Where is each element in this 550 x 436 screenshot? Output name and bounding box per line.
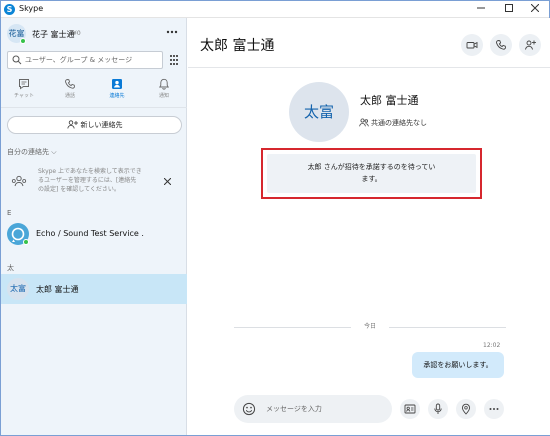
tab-notifications[interactable]: 通知 bbox=[142, 76, 186, 104]
contact-card-icon bbox=[404, 404, 416, 414]
my-contacts-header[interactable]: 自分の連絡先 ⌵ bbox=[7, 147, 57, 157]
contacts-icon bbox=[112, 79, 122, 89]
maximize-icon bbox=[505, 4, 513, 12]
title-bar: S Skype bbox=[1, 1, 549, 18]
highlight-frame: 太郎 さんが招待を承諾するのを待ってい ます。 bbox=[261, 148, 482, 199]
contact-name: Echo / Sound Test Service . bbox=[36, 229, 144, 238]
skype-window: S Skype 花富 花子 富士通 ¥0 チャット bbox=[0, 0, 550, 436]
contact-avatar: 太富 bbox=[7, 278, 29, 300]
group-letter-header: E bbox=[7, 209, 12, 217]
add-person-icon bbox=[525, 40, 536, 50]
message-bubble[interactable]: 承認をお願いします。 bbox=[412, 352, 504, 378]
more-icon bbox=[166, 30, 178, 34]
close-button[interactable] bbox=[521, 1, 549, 18]
pending-invitation-notice: 太郎 さんが招待を承諾するのを待ってい ます。 bbox=[267, 154, 476, 193]
contacts-privacy-icon bbox=[11, 175, 27, 187]
pending-line: 太郎 さんが招待を承諾するのを待ってい bbox=[307, 163, 436, 171]
message-composer bbox=[234, 395, 392, 423]
new-contact-label: 新しい連絡先 bbox=[80, 121, 123, 129]
add-people-button[interactable] bbox=[519, 34, 541, 56]
maximize-button[interactable] bbox=[495, 1, 523, 18]
divider bbox=[1, 107, 187, 108]
video-call-button[interactable] bbox=[461, 34, 483, 56]
video-camera-icon bbox=[466, 41, 478, 49]
dialpad-icon[interactable] bbox=[167, 54, 181, 66]
new-contact-button[interactable]: 新しい連絡先 bbox=[7, 116, 182, 134]
profile-credit: ¥0 bbox=[73, 30, 81, 37]
bell-icon bbox=[159, 78, 169, 90]
contact-row-echo[interactable]: Echo / Sound Test Service . bbox=[1, 219, 187, 249]
tab-contacts[interactable]: 連絡先 bbox=[95, 76, 139, 104]
message-timestamp: 12:02 bbox=[483, 342, 501, 349]
skype-logo-icon: S bbox=[4, 4, 15, 15]
tab-label: 通話 bbox=[64, 93, 75, 99]
add-contact-icon bbox=[66, 120, 78, 129]
tab-label: 連絡先 bbox=[109, 93, 125, 99]
pending-line: ます。 bbox=[361, 175, 382, 183]
tip-line: るユーザーを管理するには、[連絡先 bbox=[38, 177, 137, 184]
minimize-button[interactable] bbox=[467, 1, 495, 18]
contacts-tip: Skype 上であなたを検索して表示でき るユーザーを管理するには、[連絡先 の… bbox=[38, 167, 160, 194]
more-actions-button[interactable] bbox=[484, 399, 504, 419]
emoji-icon[interactable] bbox=[242, 402, 256, 416]
contact-name: 太郎 富士通 bbox=[36, 285, 79, 294]
tab-calls[interactable]: 通話 bbox=[48, 76, 92, 104]
mutual-contacts: 共通の連絡先なし bbox=[359, 118, 427, 128]
tip-line: Skype 上であなたを検索して表示でき bbox=[38, 168, 142, 175]
group-letter-header: 太 bbox=[7, 264, 14, 272]
close-icon bbox=[163, 177, 172, 186]
send-contact-button[interactable] bbox=[400, 399, 420, 419]
share-location-button[interactable] bbox=[456, 399, 476, 419]
search-input[interactable] bbox=[25, 52, 160, 68]
phone-icon bbox=[496, 40, 506, 50]
divider bbox=[188, 67, 550, 68]
presence-online-icon bbox=[23, 239, 29, 245]
phone-icon bbox=[65, 79, 75, 89]
window-title: Skype bbox=[19, 4, 44, 13]
tab-label: 通知 bbox=[158, 93, 169, 99]
mutual-contacts-text: 共通の連絡先なし bbox=[371, 119, 427, 127]
voice-message-button[interactable] bbox=[428, 399, 448, 419]
date-divider-label: 今日 bbox=[351, 322, 389, 332]
microphone-icon bbox=[434, 403, 442, 414]
tip-close-button[interactable] bbox=[163, 177, 172, 188]
profile-name[interactable]: 花子 富士通 bbox=[32, 29, 75, 40]
tip-line: の設定] を確認してください。 bbox=[38, 186, 120, 193]
close-icon bbox=[530, 3, 540, 13]
contact-row-taro[interactable]: 太富 太郎 富士通 bbox=[1, 274, 187, 304]
tab-label: チャット bbox=[14, 93, 34, 99]
conversation-title[interactable]: 太郎 富士通 bbox=[200, 35, 274, 55]
sidebar: 花富 花子 富士通 ¥0 チャット 通話 連絡先 通知 bbox=[1, 18, 187, 435]
audio-call-button[interactable] bbox=[490, 34, 512, 56]
conversation-panel: 太郎 富士通 太富 太郎 富士通 共通の連絡先なし 太郎 さんが招待を承諾するの… bbox=[188, 18, 550, 435]
contact-profile-name: 太郎 富士通 bbox=[360, 94, 419, 107]
tab-chat[interactable]: チャット bbox=[2, 76, 46, 104]
search-icon bbox=[12, 55, 22, 65]
message-input[interactable] bbox=[266, 401, 386, 417]
location-pin-icon bbox=[461, 403, 471, 415]
chat-icon bbox=[19, 79, 29, 90]
contact-profile-avatar[interactable]: 太富 bbox=[289, 82, 349, 142]
minimize-icon bbox=[477, 7, 485, 9]
more-icon bbox=[489, 408, 499, 410]
more-options-button[interactable] bbox=[166, 26, 178, 36]
people-icon bbox=[359, 118, 369, 127]
presence-online-icon bbox=[20, 38, 26, 44]
search-box bbox=[7, 51, 163, 69]
